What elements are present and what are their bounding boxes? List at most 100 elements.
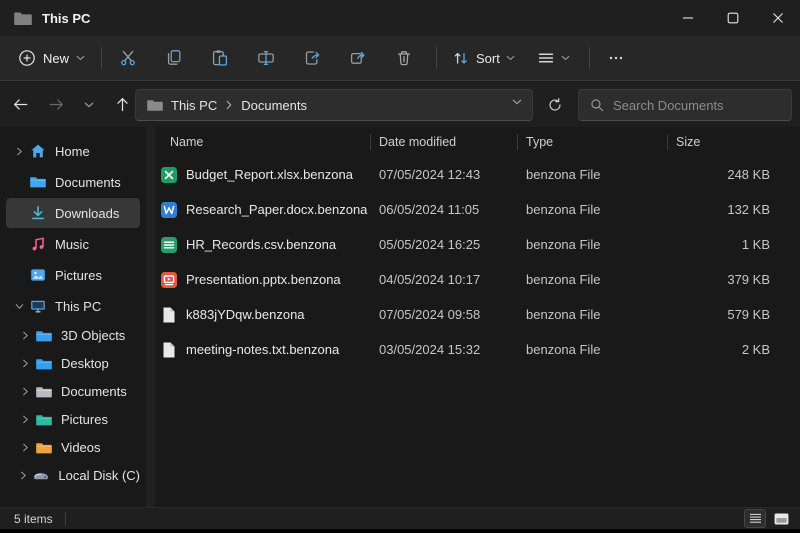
file-row[interactable]: meeting-notes.txt.benzona 03/05/2024 15:…: [155, 332, 800, 367]
expand-chevron-icon[interactable]: [16, 331, 34, 340]
sidebar-item-icon: [33, 468, 49, 484]
share-icon: [305, 51, 320, 65]
expand-chevron-icon[interactable]: [10, 302, 28, 311]
search-icon: [591, 99, 604, 112]
maximize-button[interactable]: [710, 0, 755, 36]
file-row[interactable]: Budget_Report.xlsx.benzona 07/05/2024 12…: [155, 157, 800, 192]
close-button[interactable]: [755, 0, 800, 36]
expand-chevron-icon[interactable]: [10, 147, 28, 156]
paste-button[interactable]: [200, 41, 240, 75]
sidebar-item[interactable]: 3D Objects: [6, 322, 140, 349]
up-arrow-icon: [116, 98, 128, 112]
expand-chevron-icon[interactable]: [16, 471, 31, 480]
expand-chevron-icon[interactable]: [16, 387, 34, 396]
file-type: benzona File: [526, 237, 601, 252]
details-view-button[interactable]: [744, 509, 766, 528]
sidebar-item-icon: [36, 328, 52, 344]
shortcut-button[interactable]: [338, 41, 378, 75]
sidebar-item[interactable]: Pictures: [6, 406, 140, 433]
search-box: [578, 89, 792, 121]
expand-chevron-icon[interactable]: [16, 415, 34, 424]
window-title: This PC: [42, 10, 91, 26]
share-button[interactable]: [292, 41, 332, 75]
sidebar-item[interactable]: Documents: [6, 378, 140, 405]
address-dropdown-icon[interactable]: [512, 99, 522, 105]
status-separator: [64, 512, 66, 525]
sidebar-item[interactable]: Downloads: [6, 198, 140, 228]
sidebar-item-icon: [30, 267, 46, 283]
breadcrumb-documents[interactable]: Documents: [237, 95, 311, 116]
refresh-button[interactable]: [540, 90, 570, 120]
item-count: 5 items: [14, 511, 53, 526]
column-header-size[interactable]: Size: [667, 127, 800, 157]
sidebar-item[interactable]: Pictures: [6, 260, 140, 290]
search-input[interactable]: [613, 97, 791, 113]
sidebar-item[interactable]: Documents: [6, 167, 140, 197]
file-row[interactable]: Research_Paper.docx.benzona 06/05/2024 1…: [155, 192, 800, 227]
column-header-date-modified[interactable]: Date modified: [370, 127, 517, 157]
sidebar-item[interactable]: Music: [6, 229, 140, 259]
new-button[interactable]: New: [8, 42, 95, 74]
sidebar-scrollbar[interactable]: [146, 127, 155, 507]
sidebar-item-icon: [30, 143, 46, 159]
sidebar-item-label: Videos: [61, 440, 101, 455]
back-button[interactable]: [4, 89, 36, 121]
rename-button[interactable]: [246, 41, 286, 75]
view-button[interactable]: [528, 41, 579, 75]
file-row[interactable]: Presentation.pptx.benzona 04/05/2024 10:…: [155, 262, 800, 297]
sidebar-item-icon: [36, 384, 52, 400]
sidebar-item-label: Downloads: [55, 205, 120, 221]
address-bar[interactable]: This PC Documents: [135, 89, 533, 121]
breadcrumb-this-pc[interactable]: This PC: [167, 95, 221, 116]
sort-button[interactable]: Sort: [443, 41, 524, 75]
cut-button[interactable]: [108, 41, 148, 75]
history-dropdown-button[interactable]: [76, 89, 102, 121]
expand-chevron-icon[interactable]: [10, 209, 28, 218]
sidebar-item-label: 3D Objects: [61, 328, 126, 343]
sidebar-item[interactable]: Desktop: [6, 350, 140, 377]
copy-button[interactable]: [154, 41, 194, 75]
file-name: meeting-notes.txt.benzona: [186, 342, 340, 357]
titlebar: This PC: [0, 0, 800, 36]
thumbnails-view-button[interactable]: [770, 509, 792, 528]
file-date-modified: 06/05/2024 11:05: [379, 202, 480, 217]
folder-icon: [147, 98, 163, 112]
minimize-button[interactable]: [665, 0, 710, 36]
sidebar-item[interactable]: Local Disk (C): [6, 462, 140, 489]
file-date-modified: 05/05/2024 16:25: [379, 237, 481, 252]
up-button[interactable]: [106, 89, 138, 121]
sidebar-item[interactable]: This PC: [6, 291, 140, 321]
file-row[interactable]: k883jYDqw.benzona 07/05/2024 09:58 benzo…: [155, 297, 800, 332]
cut-icon: [121, 50, 135, 66]
forward-button[interactable]: [40, 89, 72, 121]
sidebar-item-icon: [36, 440, 52, 456]
sidebar-item[interactable]: Videos: [6, 434, 140, 461]
file-name: Research_Paper.docx.benzona: [186, 202, 368, 217]
status-bar: 5 items: [0, 507, 800, 529]
sidebar-item[interactable]: Home: [6, 136, 140, 166]
thumbnails-view-icon: [774, 512, 788, 525]
refresh-icon: [549, 98, 561, 111]
delete-button[interactable]: [384, 41, 424, 75]
expand-chevron-icon[interactable]: [10, 240, 28, 249]
view-list-icon: [538, 53, 554, 63]
sidebar-item-label: Documents: [61, 384, 127, 399]
expand-chevron-icon[interactable]: [16, 443, 34, 452]
file-explorer-window: This PC New Sort This PC Documents Searc…: [0, 0, 800, 533]
shortcut-icon: [350, 51, 365, 64]
file-name: k883jYDqw.benzona: [186, 307, 305, 322]
file-row[interactable]: HR_Records.csv.benzona 05/05/2024 16:25 …: [155, 227, 800, 262]
expand-chevron-icon[interactable]: [16, 359, 34, 368]
folder-icon: [14, 10, 32, 26]
paste-icon: [212, 50, 228, 66]
more-options-button[interactable]: [596, 41, 636, 75]
trash-icon: [397, 51, 411, 66]
chevron-down-icon: [561, 55, 570, 61]
file-type: benzona File: [526, 167, 601, 182]
sidebar-item-label: Music: [55, 236, 89, 252]
expand-chevron-icon[interactable]: [10, 271, 28, 280]
column-header-name[interactable]: Name: [155, 127, 370, 157]
column-header-type[interactable]: Type: [517, 127, 667, 157]
expand-chevron-icon[interactable]: [10, 178, 28, 187]
sidebar-item-icon: [30, 205, 46, 221]
